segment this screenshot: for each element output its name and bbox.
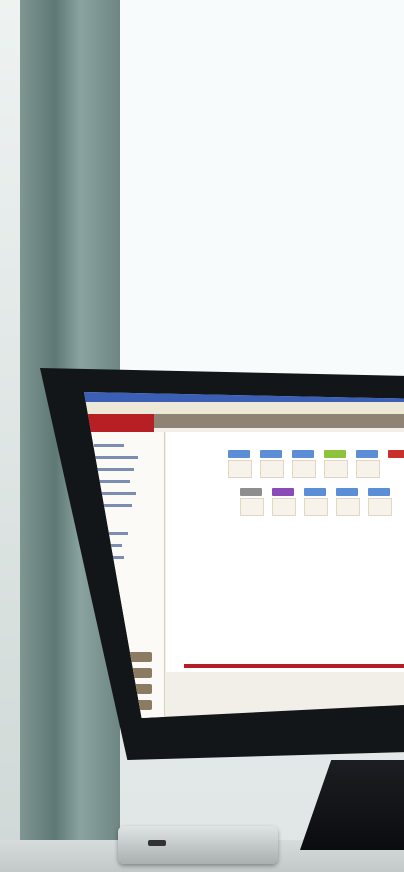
tile-cell	[272, 498, 296, 516]
tree-line	[94, 468, 134, 471]
photo-scene	[0, 0, 404, 872]
tile-cell	[324, 460, 348, 478]
status-tile	[292, 450, 314, 458]
tile-cell	[368, 498, 392, 516]
tile-cell	[228, 460, 252, 478]
tile-cell	[336, 498, 360, 516]
screen-brand-bar	[84, 414, 154, 432]
status-tile	[272, 488, 294, 496]
tile-cell	[304, 498, 328, 516]
tree-line	[94, 456, 138, 459]
status-tile	[356, 450, 378, 458]
tile-cell	[356, 460, 380, 478]
window-pane	[120, 0, 404, 400]
tile-cell	[260, 460, 284, 478]
status-tile	[228, 450, 250, 458]
status-tile	[304, 488, 326, 496]
status-tile	[240, 488, 262, 496]
screen-status-line	[184, 664, 404, 668]
tile-cell	[292, 460, 316, 478]
left-window-strip	[0, 0, 20, 872]
screen-header-bar	[154, 414, 404, 428]
status-tile	[336, 488, 358, 496]
status-tile	[324, 450, 346, 458]
status-tile	[388, 450, 404, 458]
screen-main-panel	[166, 432, 404, 672]
status-tile	[260, 450, 282, 458]
tile-cell	[240, 498, 264, 516]
status-tile	[368, 488, 390, 496]
drive-port	[148, 840, 166, 846]
external-hard-drive	[118, 826, 278, 864]
monitor-brand-logo	[362, 726, 396, 736]
tree-line	[94, 444, 124, 447]
